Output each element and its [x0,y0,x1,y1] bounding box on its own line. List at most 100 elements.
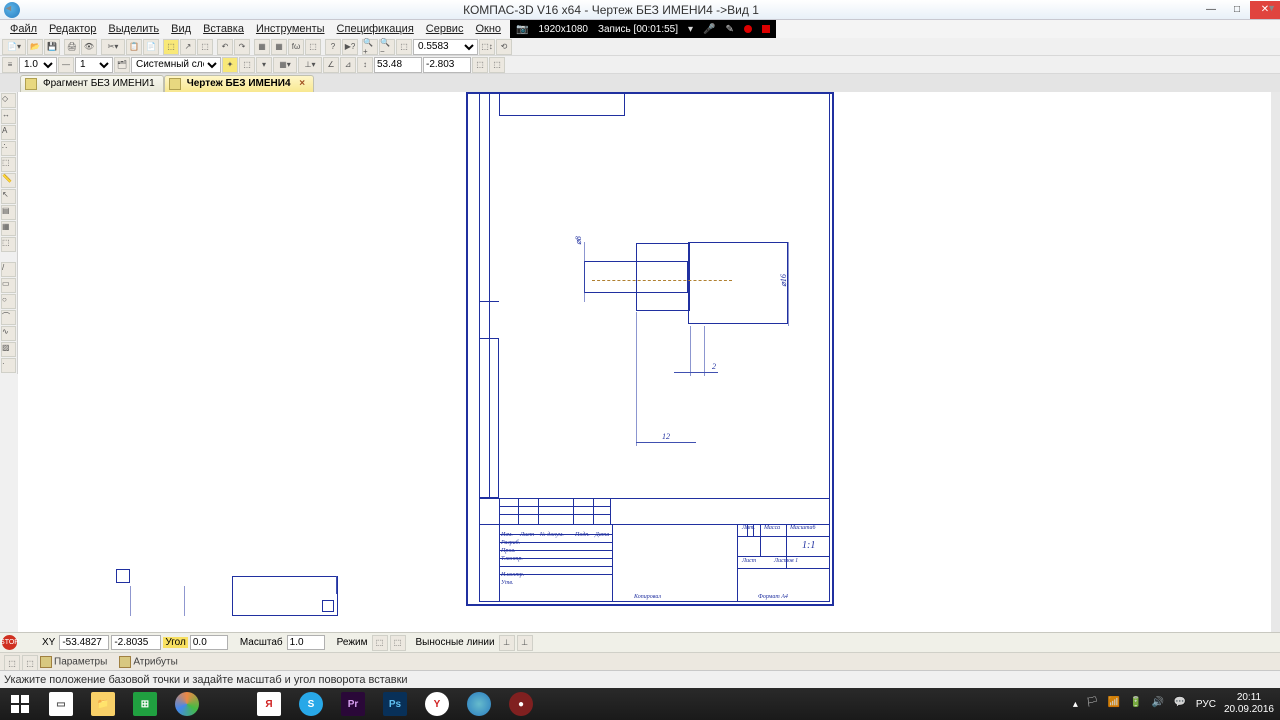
lt-param[interactable]: ⬚ [1,157,16,172]
dt-6[interactable]: ↕ [357,57,373,73]
task-folder[interactable]: 📁 [82,688,124,720]
paste-button[interactable]: 📄 [143,39,159,55]
lt-select[interactable]: ↖ [1,189,16,204]
recorder-record-icon[interactable] [744,25,752,33]
copy-button[interactable]: 📋 [126,39,142,55]
drawing-canvas[interactable]: ⌀8 ⌀16 2 12 Лит. Масса Масштаб 1:1 Лист … [18,92,1271,632]
menu-window[interactable]: Окно [469,22,507,36]
props-button[interactable]: ⬚ [163,39,179,55]
tray-network-icon[interactable]: 📶 [1108,697,1122,711]
lt-hatch[interactable]: ▨ [1,342,16,357]
prop-scale[interactable] [287,635,325,650]
vertical-scrollbar[interactable] [1271,92,1280,632]
task-photoshop[interactable]: Ps [374,688,416,720]
linewidth-icon[interactable]: ≡ [2,57,18,73]
undo-button[interactable]: ↶ [217,39,233,55]
lt-rect[interactable]: ▭ [1,278,16,293]
dt-7[interactable]: ⬚ [472,57,488,73]
zoom-out-button[interactable]: 🔍− [379,39,395,55]
tray-battery-icon[interactable]: 🔋 [1130,697,1144,711]
lt-text[interactable]: A [1,125,16,140]
task-chrome[interactable] [166,688,208,720]
zoom-tool-a[interactable]: ⬚↕ [479,39,495,55]
lt-dim[interactable]: ↔ [1,109,16,124]
linestyle-select[interactable]: 1 [75,57,113,73]
lt-insert[interactable]: ⬚ [1,237,16,252]
tray-flag-icon[interactable]: 🏳 [1086,697,1100,711]
menu-file[interactable]: Файл [4,22,43,36]
zoom-in-button[interactable]: 🔍+ [362,39,378,55]
maximize-button[interactable]: □ [1224,1,1250,19]
tray-up-icon[interactable]: ▴ [1073,699,1078,710]
dt-4[interactable]: ∠ [323,57,339,73]
tab-fragment[interactable]: Фрагмент БЕЗ ИМЕНИ1 [20,75,164,92]
menu-insert[interactable]: Вставка [197,22,250,36]
mode-btn-1[interactable]: ⬚ [372,635,388,651]
lt-circle[interactable]: ○ [1,294,16,309]
prop-tool-b[interactable]: ⬚ [22,655,38,671]
tool-b[interactable]: ⬚ [197,39,213,55]
ext-btn-1[interactable]: ⊥ [499,635,515,651]
tool-c[interactable]: ▦ [254,39,270,55]
dt-5[interactable]: ⊿ [340,57,356,73]
menu-tools[interactable]: Инструменты [250,22,331,36]
whatsthis-button[interactable]: ▶? [342,39,358,55]
fx-button[interactable]: fω [288,39,304,55]
dt-3[interactable]: ▾ [256,57,272,73]
dt-8[interactable]: ⬚ [489,57,505,73]
lt-measure[interactable]: 📏 [1,173,16,188]
redo-button[interactable]: ↷ [234,39,250,55]
recorder-dropdown-icon[interactable]: ▾ [688,24,693,35]
lt-spec[interactable]: ▤ [1,205,16,220]
tab-close-icon[interactable]: × [299,78,305,89]
start-button[interactable] [0,688,40,720]
open-button[interactable]: 📂 [27,39,43,55]
tab-nav-right[interactable]: ▼ [1267,3,1276,13]
tray-action-icon[interactable]: 💬 [1174,697,1188,711]
recorder-edit-icon[interactable]: ✎ [726,24,734,35]
new-button[interactable]: 📄▾ [2,39,26,55]
tool-a[interactable]: ↗ [180,39,196,55]
menu-view[interactable]: Вид [165,22,197,36]
zoom-select[interactable]: 0.5583 [413,39,478,55]
task-kompas[interactable] [458,688,500,720]
lt-edit[interactable]: ∴ [1,141,16,156]
proptab-attrs[interactable]: Атрибуты [119,656,177,668]
preview-button[interactable]: 👁 [81,39,97,55]
minimize-button[interactable]: — [1198,1,1224,19]
layer-select[interactable]: Системный слой [131,57,221,73]
tray-volume-icon[interactable]: 🔊 [1152,697,1166,711]
cut-button[interactable]: ✂▾ [101,39,125,55]
task-recorder[interactable]: ● [500,688,542,720]
lt-arc[interactable]: ⌒ [1,310,16,325]
lt-report[interactable]: ▦ [1,221,16,236]
lt-geometry[interactable]: ◇ [1,93,16,108]
task-skype[interactable]: S [290,688,332,720]
tool-e[interactable]: ⬚ [305,39,321,55]
lt-spline[interactable]: ∿ [1,326,16,341]
print-button[interactable]: 🖨 [64,39,80,55]
prop-angle[interactable] [190,635,228,650]
layer-icon[interactable]: 🗂 [114,57,130,73]
mode-btn-2[interactable]: ⬚ [390,635,406,651]
tray-lang[interactable]: РУС [1196,699,1216,710]
tab-drawing[interactable]: Чертеж БЕЗ ИМЕНИ4 × [164,75,314,92]
grid-button[interactable]: ▦▾ [273,57,297,73]
prop-y[interactable] [111,635,161,650]
save-button[interactable]: 💾 [44,39,60,55]
recorder-mic-icon[interactable]: 🎤 [703,24,715,35]
coord-x[interactable] [374,57,422,73]
menu-spec[interactable]: Спецификация [331,22,420,36]
recorder-stop-icon[interactable] [762,25,770,33]
task-yandex[interactable]: Я [248,688,290,720]
menu-select[interactable]: Выделить [102,22,165,36]
task-explorer[interactable]: ▭ [40,688,82,720]
lt-point[interactable]: · [1,358,16,373]
prop-x[interactable] [59,635,109,650]
coord-y[interactable] [423,57,471,73]
zoom-tool-b[interactable]: ⟲ [496,39,512,55]
prop-createobj-button[interactable]: ⬚ [4,655,20,671]
help-button[interactable]: ? [325,39,341,55]
menu-editor[interactable]: Редактор [43,22,102,36]
tray-clock[interactable]: 20:11 20.09.2016 [1224,692,1274,716]
